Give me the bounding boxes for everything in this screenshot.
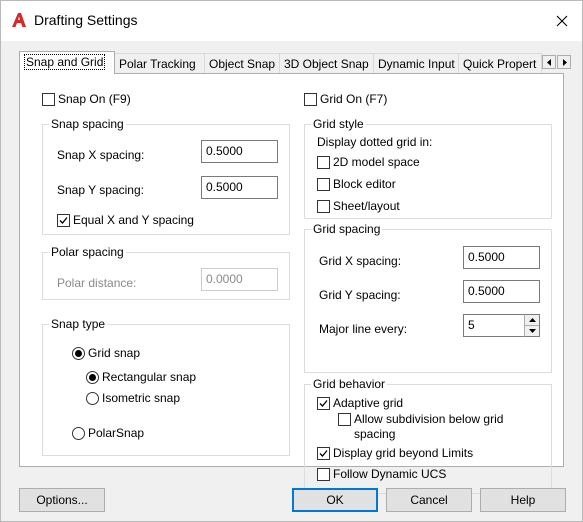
checkbox-box	[42, 92, 55, 106]
tab-dynamic-input[interactable]: Dynamic Input	[373, 53, 459, 73]
equal-xy-spacing-checkbox[interactable]: Equal X and Y spacing	[57, 213, 194, 227]
major-line-every-input[interactable]: 5	[463, 314, 525, 337]
adaptive-grid-label: Adaptive grid	[333, 396, 404, 410]
grid-behavior-group: Grid behavior Adaptive grid Allow subdiv…	[304, 377, 552, 494]
allow-subdivision-label: Allow subdivision below grid spacing	[354, 412, 503, 442]
checkbox-box	[317, 396, 330, 410]
polar-spacing-title: Polar spacing	[49, 245, 126, 259]
polar-distance-input[interactable]: 0.0000	[201, 268, 278, 291]
triangle-up-icon	[528, 317, 536, 322]
grid-spacing-title: Grid spacing	[311, 222, 383, 236]
polar-spacing-group: Polar spacing Polar distance: 0.0000	[42, 245, 290, 300]
triangle-right-icon	[562, 58, 567, 66]
ok-button[interactable]: OK	[292, 488, 378, 512]
display-dotted-grid-label: Display dotted grid in:	[317, 135, 433, 149]
snap-y-spacing-label: Snap Y spacing:	[57, 183, 144, 197]
follow-dynamic-ucs-checkbox[interactable]: Follow Dynamic UCS	[317, 467, 446, 481]
allow-subdivision-checkbox[interactable]: Allow subdivision below grid spacing	[338, 412, 503, 442]
display-beyond-limits-label: Display grid beyond Limits	[333, 446, 474, 460]
checkbox-box	[317, 467, 330, 481]
help-button[interactable]: Help	[480, 488, 566, 512]
snap-type-group: Snap type Grid snap Rectangular snap Iso…	[42, 317, 290, 456]
tab-snap-and-grid[interactable]: Snap and Grid	[19, 51, 115, 74]
spin-down-button[interactable]	[525, 326, 539, 337]
radio-circle	[72, 346, 85, 360]
grid-x-spacing-input[interactable]: 0.5000	[463, 246, 540, 269]
tab-object-snap[interactable]: Object Snap	[204, 53, 280, 73]
snap-on-label: Snap On (F9)	[58, 92, 131, 106]
isometric-snap-label: Isometric snap	[102, 391, 181, 405]
checkbox-box	[317, 177, 330, 191]
allow-subdivision-line1: Allow subdivision below grid	[354, 412, 504, 426]
display-beyond-limits-checkbox[interactable]: Display grid beyond Limits	[317, 446, 473, 460]
grid-spacing-group: Grid spacing Grid X spacing: 0.5000 Grid…	[304, 222, 552, 373]
checkbox-box	[317, 199, 330, 213]
snap-x-spacing-label: Snap X spacing:	[57, 148, 145, 162]
snap-on-checkbox[interactable]: Snap On (F9)	[42, 92, 131, 106]
grid-snap-label: Grid snap	[88, 346, 141, 360]
checkmark-icon	[319, 449, 328, 457]
dialog-client-area: Snap and Grid Polar Tracking Object Snap…	[1, 41, 582, 521]
grid-y-spacing-input[interactable]: 0.5000	[463, 280, 540, 303]
adaptive-grid-checkbox[interactable]: Adaptive grid	[317, 396, 403, 410]
polarsnap-radio[interactable]: PolarSnap	[72, 426, 144, 440]
cancel-button[interactable]: Cancel	[386, 488, 472, 512]
window-title: Drafting Settings	[34, 12, 138, 28]
autocad-logo-icon	[12, 13, 26, 27]
title-bar: Drafting Settings	[1, 1, 582, 41]
radio-circle	[86, 370, 99, 384]
grid-x-spacing-label: Grid X spacing:	[319, 254, 402, 268]
checkbox-box	[57, 213, 70, 227]
grid-behavior-title: Grid behavior	[311, 377, 388, 391]
checkbox-box	[317, 446, 330, 460]
polar-distance-label: Polar distance:	[57, 276, 137, 290]
triangle-down-icon	[528, 328, 536, 333]
tab-polar-tracking[interactable]: Polar Tracking	[114, 53, 205, 73]
checkbox-box	[317, 155, 330, 169]
grid-on-checkbox[interactable]: Grid On (F7)	[304, 92, 387, 106]
radio-circle	[72, 426, 85, 440]
grid-snap-radio[interactable]: Grid snap	[72, 346, 140, 360]
checkbox-box	[338, 413, 351, 426]
isometric-snap-radio[interactable]: Isometric snap	[86, 391, 180, 405]
close-icon	[556, 15, 568, 27]
allow-subdivision-line2: spacing	[354, 427, 396, 441]
radio-circle	[86, 391, 99, 405]
spin-up-button[interactable]	[525, 315, 539, 326]
checkmark-icon	[319, 399, 328, 407]
sheet-layout-label: Sheet/layout	[333, 199, 400, 213]
snap-x-spacing-input[interactable]: 0.5000	[201, 140, 278, 163]
rectangular-snap-label: Rectangular snap	[102, 370, 197, 384]
checkmark-icon	[59, 216, 68, 224]
follow-dynamic-ucs-label: Follow Dynamic UCS	[333, 467, 447, 481]
snap-and-grid-page: Snap On (F9) Grid On (F7) Snap spacing S…	[19, 73, 564, 494]
tab-3d-object-snap[interactable]: 3D Object Snap	[279, 53, 374, 73]
snap-spacing-title: Snap spacing	[49, 117, 126, 131]
snap-y-spacing-input[interactable]: 0.5000	[201, 176, 278, 199]
2d-model-space-label: 2D model space	[333, 155, 420, 169]
polarsnap-label: PolarSnap	[88, 426, 145, 440]
options-button[interactable]: Options...	[19, 488, 105, 512]
triangle-left-icon	[546, 58, 551, 66]
grid-style-title: Grid style	[311, 117, 366, 131]
grid-style-group: Grid style Display dotted grid in: 2D mo…	[304, 117, 552, 219]
checkbox-box	[304, 92, 317, 106]
grid-y-spacing-label: Grid Y spacing:	[319, 288, 401, 302]
block-editor-label: Block editor	[333, 177, 396, 191]
2d-model-space-checkbox[interactable]: 2D model space	[317, 155, 420, 169]
major-line-spinner[interactable]	[524, 314, 540, 337]
snap-spacing-group: Snap spacing Snap X spacing: 0.5000 Snap…	[42, 117, 290, 235]
snap-type-title: Snap type	[49, 317, 108, 331]
drafting-settings-dialog: Drafting Settings Snap and Grid Polar Tr…	[0, 0, 583, 522]
rectangular-snap-radio[interactable]: Rectangular snap	[86, 370, 196, 384]
block-editor-checkbox[interactable]: Block editor	[317, 177, 396, 191]
equal-xy-spacing-label: Equal X and Y spacing	[73, 213, 194, 227]
tab-scroll-left[interactable]	[542, 55, 556, 69]
close-button[interactable]	[542, 1, 582, 41]
tab-scroll-right[interactable]	[557, 55, 571, 69]
grid-on-label: Grid On (F7)	[320, 92, 388, 106]
tab-quick-properties[interactable]: Quick Propert	[458, 53, 542, 73]
sheet-layout-checkbox[interactable]: Sheet/layout	[317, 199, 400, 213]
major-line-every-label: Major line every:	[319, 322, 408, 336]
